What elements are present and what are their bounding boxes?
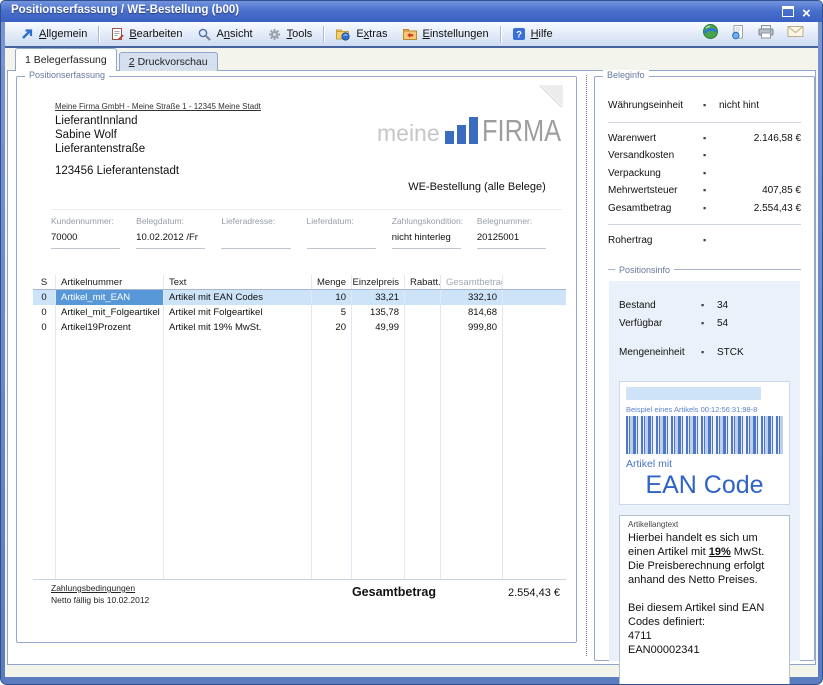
equals-bullet-icon: [701, 347, 717, 358]
divider: [608, 224, 801, 225]
positions-table: S Artikelnummer Text Menge Einzelpreis R…: [33, 275, 566, 580]
barcode-label-line2: EAN Code: [626, 471, 783, 500]
artikellangtext-text: Hierbei handelt es sich um einen Artikel…: [628, 531, 781, 658]
tab-page-belegerfassung: Positionserfassung Meine Firma GmbH - Me…: [7, 70, 816, 665]
logo-bars-icon: [445, 117, 478, 144]
total-value: 2.554,43 €: [470, 587, 560, 599]
fieldset-legend: Positionserfassung: [25, 70, 109, 80]
menu-bar: Allgemein Bearbeiten Ansicht Tools Extra…: [5, 22, 818, 48]
equals-bullet-icon: [703, 133, 719, 144]
field-zahlungskondition[interactable]: Zahlungskondition: nicht hinterleg: [392, 216, 477, 249]
settings-icon: [402, 27, 418, 41]
equals-bullet-icon: [703, 185, 719, 196]
menu-item-tools[interactable]: Tools: [260, 25, 320, 44]
beleginfo-row: Versandkosten: [608, 147, 801, 165]
world-icon[interactable]: [702, 23, 719, 45]
table-row[interactable]: 0 Artikel_mit_Folgeartikel Artikel mit F…: [33, 305, 566, 320]
close-icon[interactable]: [802, 5, 814, 17]
nav-arrow-icon: [20, 27, 34, 41]
client-area: Allgemein Bearbeiten Ansicht Tools Extra…: [5, 22, 818, 677]
menu-item-bearbeiten[interactable]: Bearbeiten: [103, 25, 189, 43]
panel-divider: [586, 75, 587, 656]
restore-icon[interactable]: [782, 6, 794, 17]
menu-item-extras[interactable]: Extras: [328, 25, 394, 43]
beleginfo-fieldset: Beleginfo Währungseinheit nicht hint War…: [594, 76, 815, 661]
menu-separator: [500, 26, 501, 43]
field-kundennummer[interactable]: Kundennummer: 70000: [51, 216, 136, 249]
menu-separator: [323, 26, 324, 43]
barcode-highlight-strip: [626, 387, 761, 400]
positionsinfo-row: Bestand 34: [619, 297, 790, 315]
mail-icon[interactable]: [787, 25, 804, 43]
menu-item-einstellungen[interactable]: Einstellungen: [395, 25, 496, 43]
menu-item-ansicht[interactable]: Ansicht: [190, 25, 260, 44]
recipient-contact: Sabine Wolf: [55, 128, 179, 142]
equals-bullet-icon: [703, 168, 719, 179]
help-icon: ?: [512, 27, 526, 41]
tab-druckvorschau[interactable]: 2 Druckvorschau: [119, 52, 218, 71]
title-bar: Positionserfassung / WE-Bestellung (b00): [1, 1, 822, 22]
window-title: Positionserfassung / WE-Bestellung (b00): [11, 4, 239, 16]
artikellangtext-box[interactable]: Artikellangtext Hierbei handelt es sich …: [619, 515, 790, 685]
positionsinfo-row: Verfügbar 54: [619, 315, 790, 333]
table-header-row: S Artikelnummer Text Menge Einzelpreis R…: [33, 275, 566, 290]
recipient-street: Lieferantenstraße: [55, 142, 179, 156]
menu-item-hilfe[interactable]: ? Hilfe: [505, 25, 560, 43]
equals-bullet-icon: [703, 100, 719, 111]
selected-cell[interactable]: Artikel_mit_EAN: [55, 290, 163, 305]
equals-bullet-icon: [701, 318, 717, 329]
equals-bullet-icon: [703, 150, 719, 161]
edit-icon: [110, 27, 124, 41]
fieldset-legend: Beleginfo: [603, 70, 649, 80]
company-logo: meine FIRMA: [377, 103, 578, 145]
field-lieferdatum[interactable]: Lieferdatum:: [307, 216, 392, 249]
ean-barcode-preview: Beispiel eines Artikels 00:12:56:31:98-8…: [619, 381, 790, 505]
sender-line: Meine Firma GmbH - Meine Straße 1 - 1234…: [55, 102, 261, 111]
document-footer: Zahlungsbedingungen Netto fällig bis 10.…: [51, 583, 560, 605]
web-document-icon[interactable]: [731, 24, 745, 45]
tab-belegerfassung[interactable]: 1 Belegerfassung: [15, 48, 117, 71]
equals-bullet-icon: [703, 203, 719, 214]
document-type: WE-Bestellung (alle Belege): [372, 181, 582, 193]
barcode-icon: [626, 416, 783, 454]
total-label: Gesamtbetrag: [352, 585, 436, 599]
recipient-city: 123456 Lieferantenstadt: [55, 164, 179, 178]
positionsinfo-panel: Bestand 34 Verfügbar 54 Mengeneinheit: [609, 281, 800, 661]
beleginfo-row: Warenwert 2.146,58 €: [608, 130, 801, 148]
equals-bullet-icon: [703, 235, 719, 246]
extras-icon: [335, 27, 351, 41]
equals-bullet-icon: [701, 300, 717, 311]
table-row[interactable]: 0 Artikel_mit_EAN Artikel mit EAN Codes …: [33, 290, 566, 305]
barcode-caption: Beispiel eines Artikels 00:12:56:31:98-8: [626, 405, 783, 414]
field-belegdatum[interactable]: Belegdatum: 10.02.2012 /Fr: [136, 216, 221, 249]
divider: [608, 122, 801, 123]
app-window: Positionserfassung / WE-Bestellung (b00)…: [0, 0, 823, 685]
barcode-label-line1: Artikel mit: [626, 458, 783, 470]
svg-text:?: ?: [516, 30, 522, 41]
beleginfo-row: Rohertrag: [608, 232, 801, 250]
header-fields: Kundennummer: 70000 Belegdatum: 10.02.20…: [51, 209, 562, 249]
menu-separator: [98, 26, 99, 43]
positionsinfo-row: Mengeneinheit STCK: [619, 344, 790, 362]
printer-icon[interactable]: [757, 24, 775, 45]
beleginfo-row: Mehrwertsteuer 407,85 €: [608, 182, 801, 200]
beleginfo-row: Gesamtbetrag 2.554,43 €: [608, 200, 801, 218]
menu-item-allgemein[interactable]: Allgemein: [13, 25, 94, 43]
beleginfo-row: Verpackung: [608, 165, 801, 183]
positionserfassung-fieldset: Positionserfassung Meine Firma GmbH - Me…: [16, 76, 577, 643]
field-belegnummer[interactable]: Belegnummer: 20125001: [477, 216, 562, 249]
payment-note: Netto fällig bis 10.02.2012: [51, 595, 149, 605]
artikellangtext-label: Artikellangtext: [628, 520, 781, 529]
tab-strip: 1 Belegerfassung 2 Druckvorschau: [15, 48, 220, 71]
zahlungsbedingungen-link[interactable]: Zahlungsbedingungen: [51, 583, 149, 593]
recipient-name: LieferantInnland: [55, 114, 179, 128]
beleginfo-row: Währungseinheit nicht hint: [608, 97, 801, 115]
tools-icon: [267, 27, 282, 42]
table-empty-area: [33, 335, 566, 580]
view-icon: [197, 27, 212, 42]
field-lieferadresse[interactable]: Lieferadresse:: [221, 216, 306, 249]
table-row[interactable]: 0 Artikel19Prozent Artikel mit 19% MwSt.…: [33, 320, 566, 335]
recipient-address: LieferantInnland Sabine Wolf Lieferanten…: [55, 114, 179, 178]
positionsinfo-legend: Positionsinfo: [608, 265, 801, 275]
